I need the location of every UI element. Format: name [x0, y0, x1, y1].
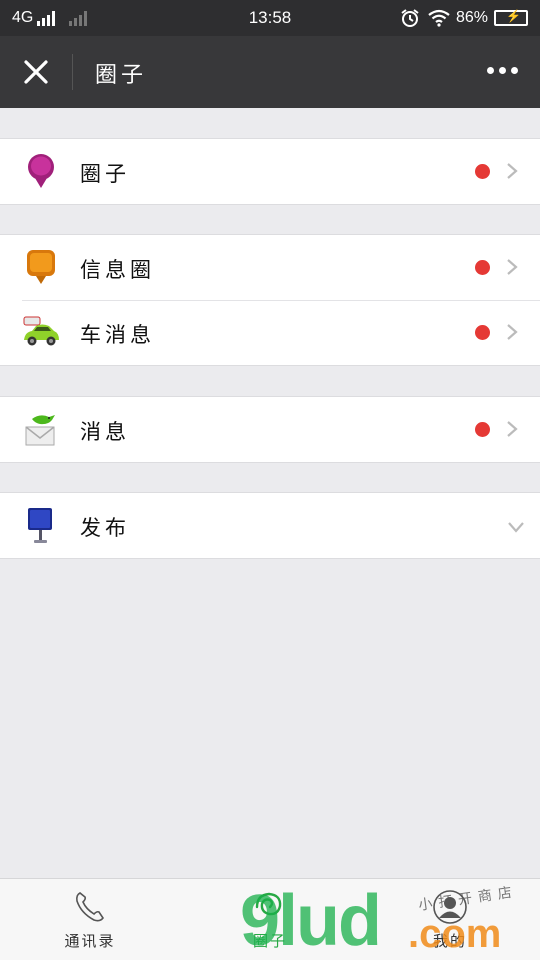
page-title: 圈子 [95, 63, 148, 88]
unread-badge [475, 325, 490, 340]
menu-group-3: 消息 [0, 396, 540, 463]
list-item-label: 消息 [80, 420, 130, 444]
blue-sign-icon [28, 508, 52, 543]
chevron-right-icon [507, 421, 518, 437]
chevron-down-icon[interactable] [507, 521, 525, 533]
more-dots-icon[interactable] [482, 67, 518, 74]
chevron-right-icon [507, 324, 518, 340]
tab-label: 圈子 [252, 932, 287, 950]
list-item-label: 车消息 [80, 323, 155, 347]
wifi-icon [428, 9, 450, 27]
unread-badge [475, 260, 490, 275]
list-item-info-circle[interactable]: 信息圈 [0, 235, 540, 300]
user-avatar-icon [433, 890, 467, 924]
menu-group-1: 圈子 [0, 138, 540, 205]
header-divider [72, 54, 73, 90]
envelope-bird-icon [25, 415, 55, 446]
phone-icon [76, 892, 104, 922]
battery-charging-icon: ⚡ [494, 9, 528, 26]
tab-contacts[interactable]: 通讯录 [0, 879, 180, 960]
list-item-circle[interactable]: 圈子 [0, 139, 540, 204]
unread-badge [475, 164, 490, 179]
list-item-label: 信息圈 [80, 258, 155, 282]
menu-group-4: 发布 [0, 492, 540, 559]
status-bar: 4G 13:58 86% ⚡ [0, 0, 540, 36]
close-icon[interactable] [22, 58, 50, 86]
circle-swirl-icon [255, 892, 282, 916]
chevron-right-icon [507, 163, 518, 179]
purple-pin-icon [28, 154, 54, 188]
tab-label: 通讯录 [64, 932, 116, 950]
tab-mine[interactable]: 我的 [360, 879, 540, 960]
menu-group-2: 信息圈 车消息 [0, 234, 540, 366]
list-item-car-message[interactable]: 车消息 [0, 300, 540, 365]
orange-pin-icon [27, 250, 55, 284]
list-item-message[interactable]: 消息 [0, 397, 540, 462]
alarm-icon [401, 9, 419, 27]
green-car-icon [23, 316, 59, 346]
battery-percent: 86% [455, 9, 488, 26]
bottom-tab-bar: 通讯录 圈子 我的 [0, 878, 540, 960]
title-bar: 圈子 [0, 36, 540, 108]
chevron-right-icon [507, 259, 518, 275]
tab-label: 我的 [432, 932, 467, 950]
list-item-label: 圈子 [80, 162, 130, 186]
list-item-publish[interactable]: 发布 [0, 493, 540, 558]
status-right: 86% ⚡ [400, 8, 528, 28]
tab-circle[interactable]: 圈子 [180, 879, 360, 960]
unread-badge [475, 422, 490, 437]
list-item-label: 发布 [80, 516, 130, 540]
